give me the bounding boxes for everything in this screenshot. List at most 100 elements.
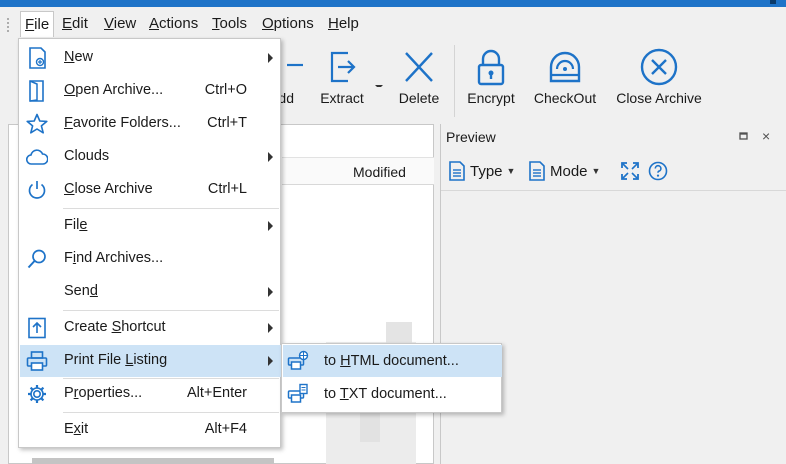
menu-item-create-shortcut[interactable]: Create Shortcut (20, 312, 281, 344)
menu-item-print-file-listing-text: Print File Listing (64, 352, 167, 368)
horizontal-scrollbar[interactable] (32, 458, 274, 464)
star-icon (26, 113, 48, 134)
menu-item-find-archives-rest: nd Archives... (76, 250, 164, 266)
menu-tools-rest: ools (219, 15, 248, 32)
menu-view-rest: iew (113, 15, 137, 32)
menu-item-file[interactable]: File (20, 210, 281, 242)
print-html-icon (287, 350, 309, 370)
close-archive-button[interactable]: Close Archive (612, 47, 706, 119)
menu-item-favorite-folders-key: F (64, 115, 73, 131)
menu-file[interactable]: File (20, 11, 55, 37)
power-icon (28, 181, 46, 199)
checkout-icon (549, 51, 581, 83)
menu-file-rest: ile (34, 16, 50, 33)
fullscreen-button[interactable] (620, 158, 640, 184)
column-header-modified-label: Modified (353, 164, 406, 180)
menu-item-new-key: N (64, 49, 75, 65)
menu-view[interactable]: View (100, 11, 140, 37)
menu-item-file-pre: Fil (64, 217, 80, 233)
extract-icon (330, 51, 356, 83)
submenu-item-html[interactable]: to HTML document... (283, 345, 502, 377)
menu-separator (63, 412, 279, 413)
delete-button[interactable]: Delete (392, 47, 446, 119)
menu-item-send-text: Send (64, 283, 98, 299)
menu-tools[interactable]: Tools (208, 11, 251, 37)
menu-item-open-archive-text: Open Archive... (64, 82, 163, 98)
menu-item-send[interactable]: Send (20, 276, 281, 308)
menu-item-exit-text: Exit (64, 421, 88, 437)
menu-item-print-file-listing-pre: Print File (64, 352, 126, 368)
submenu-arrow-icon (268, 323, 273, 333)
menu-item-open-archive[interactable]: Open Archive... Ctrl+O (20, 75, 281, 107)
menu-item-create-shortcut-text: Create Shortcut (64, 319, 166, 335)
menu-item-find-archives[interactable]: Find Archives... (20, 243, 281, 275)
column-header-modified[interactable]: Modified (282, 157, 434, 185)
menu-help-rest: elp (338, 15, 359, 32)
menu-item-properties-pre: P (64, 385, 74, 401)
menu-item-properties[interactable]: Properties... Alt+Enter (20, 378, 281, 410)
submenu-item-html-text: to HTML document... (324, 353, 459, 369)
menu-item-file-key: e (79, 217, 88, 233)
menu-item-open-archive-shortcut: Ctrl+O (204, 82, 247, 98)
menu-item-favorite-folders[interactable]: Favorite Folders... Ctrl+T (20, 108, 281, 140)
menu-edit-rest: dit (72, 15, 88, 32)
checkout-button-label: CheckOut (533, 90, 597, 106)
menu-file-key: F (25, 16, 35, 33)
window-title-strip (0, 0, 786, 7)
chevron-down-icon: ▼ (506, 166, 516, 176)
menu-separator (63, 310, 279, 311)
submenu-arrow-icon (268, 221, 273, 231)
menu-edit[interactable]: Edit (58, 11, 92, 37)
menu-item-favorite-folders-text: Favorite Folders... (64, 115, 181, 131)
extract-dropdown[interactable] (372, 47, 386, 119)
preview-type-dropdown[interactable]: Type ▼ (448, 158, 515, 184)
restore-icon[interactable] (739, 131, 749, 141)
submenu-item-txt[interactable]: to TXT document... (283, 378, 502, 410)
menu-item-exit[interactable]: Exit Alt+F4 (20, 414, 281, 446)
menu-item-create-shortcut-rest: hortcut (121, 319, 166, 335)
menu-item-print-file-listing[interactable]: Print File Listing (20, 345, 281, 377)
expand-icon (621, 162, 639, 180)
encrypt-button[interactable]: Encrypt (462, 47, 520, 119)
ribbon-separator (454, 45, 455, 117)
menu-item-clouds[interactable]: Clouds (20, 141, 281, 173)
preview-close-icon[interactable]: × (762, 128, 770, 144)
menu-actions[interactable]: Actions (145, 11, 202, 37)
document-icon (449, 161, 465, 181)
checkout-button[interactable]: CheckOut (530, 47, 600, 119)
submenu-item-txt-key: T (339, 386, 349, 402)
menu-item-close-archive[interactable]: Close Archive Ctrl+L (20, 174, 281, 206)
menu-options[interactable]: Options (258, 11, 318, 37)
menu-item-close-archive-key: C (64, 181, 75, 197)
file-menu-dropdown: New Open Archive... Ctrl+O Favorite Fold… (18, 38, 281, 448)
extract-button[interactable]: Extract (312, 47, 372, 119)
preview-type-label: Type (470, 162, 503, 180)
printer-icon (26, 351, 48, 371)
menu-help[interactable]: Help (324, 11, 363, 37)
menu-item-file-text: File (64, 217, 87, 233)
menu-item-send-key: d (89, 283, 98, 299)
submenu-item-txt-rest: XT document... (348, 386, 447, 402)
extract-button-label: Extract (320, 90, 364, 106)
menu-item-create-shortcut-key: S (111, 319, 122, 335)
submenu-item-html-rest: TML document... (350, 353, 459, 369)
delete-button-label: Delete (398, 90, 440, 106)
title-strip-mark (770, 0, 776, 4)
menubar: File Edit View Actions Tools Options Hel… (0, 7, 786, 39)
print-txt-icon (287, 383, 308, 403)
submenu-item-html-pre: to (324, 353, 341, 369)
delete-icon (405, 52, 433, 82)
encrypt-button-label: Encrypt (467, 90, 515, 106)
menu-options-rest: ptions (273, 15, 314, 32)
new-archive-icon (29, 47, 46, 69)
menubar-grip[interactable] (6, 17, 10, 33)
menu-item-close-archive-text: Close Archive (64, 181, 153, 197)
menu-item-new[interactable]: New (20, 42, 281, 74)
search-icon (27, 249, 46, 269)
submenu-item-txt-pre: to (324, 386, 340, 402)
lock-icon (477, 49, 505, 86)
preview-mode-dropdown[interactable]: Mode ▼ (528, 158, 600, 184)
print-file-listing-submenu: to HTML document... to TXT document... (281, 343, 502, 413)
help-button[interactable] (648, 158, 668, 184)
gear-icon (28, 385, 46, 403)
